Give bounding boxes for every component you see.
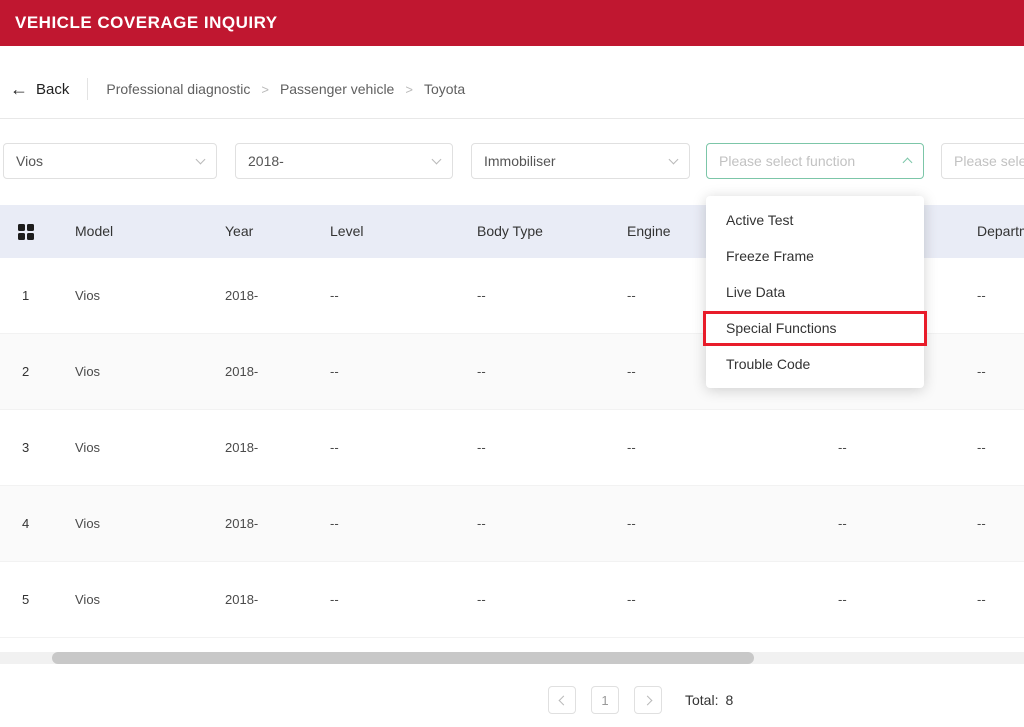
cell-engine: --	[627, 288, 636, 303]
breadcrumb: Professional diagnostic > Passenger vehi…	[106, 81, 465, 97]
vertical-divider	[87, 78, 89, 100]
row-index: 3	[22, 440, 30, 455]
horizontal-scrollbar-thumb[interactable]	[52, 652, 754, 664]
column-header-level: Level	[330, 223, 364, 239]
cell-function: --	[838, 440, 847, 455]
cell-engine: --	[627, 440, 636, 455]
total-label: Total:	[685, 692, 719, 708]
cell-year: 2018-	[225, 288, 259, 303]
back-button[interactable]: ← Back	[10, 80, 69, 98]
breadcrumb-item-passenger-vehicle[interactable]: Passenger vehicle	[280, 81, 394, 97]
cell-body: --	[477, 364, 486, 379]
cell-level: --	[330, 440, 339, 455]
divider	[0, 118, 1024, 119]
column-header-model: Model	[75, 223, 114, 239]
chevron-right-icon: >	[261, 81, 269, 97]
cell-department: --	[977, 516, 986, 531]
breadcrumb-item-toyota[interactable]: Toyota	[424, 81, 465, 97]
cell-model: Vios	[75, 440, 101, 455]
page-number-button[interactable]: 1	[591, 686, 619, 714]
cell-year: 2018-	[225, 364, 259, 379]
function-select[interactable]: Please select function	[706, 143, 924, 179]
back-label: Back	[36, 80, 70, 98]
dropdown-item-trouble-code[interactable]: Trouble Code	[706, 346, 924, 382]
cell-department: --	[977, 364, 986, 379]
column-header-year: Year	[225, 223, 254, 239]
cell-body: --	[477, 516, 486, 531]
dropdown-item-active-test[interactable]: Active Test	[706, 202, 924, 238]
page-title: VEHICLE COVERAGE INQUIRY	[15, 13, 278, 32]
cell-level: --	[330, 516, 339, 531]
row-index: 2	[22, 364, 30, 379]
table-row: 5 Vios 2018- -- -- -- -- --	[0, 562, 1024, 638]
chevron-down-icon	[668, 154, 679, 165]
chevron-right-icon	[642, 695, 652, 705]
cell-body: --	[477, 288, 486, 303]
row-index: 1	[22, 288, 30, 303]
cell-level: --	[330, 288, 339, 303]
cell-model: Vios	[75, 288, 101, 303]
breadcrumb-item-professional-diagnostic[interactable]: Professional diagnostic	[106, 81, 250, 97]
model-select[interactable]: Vios	[3, 143, 217, 179]
chevron-down-icon	[195, 154, 206, 165]
cell-engine: --	[627, 364, 636, 379]
back-arrow-icon: ←	[10, 79, 28, 99]
table-row: 3 Vios 2018- -- -- -- -- --	[0, 410, 1024, 486]
model-select-value: Vios	[16, 153, 43, 169]
cell-department: --	[977, 288, 986, 303]
page-number: 1	[601, 692, 609, 708]
cell-model: Vios	[75, 516, 101, 531]
breadcrumb-bar: ← Back Professional diagnostic > Passeng…	[0, 46, 1024, 118]
year-select-value: 2018-	[248, 153, 284, 169]
cell-department: --	[977, 440, 986, 455]
cell-function: --	[838, 592, 847, 607]
function-select-placeholder: Please select function	[719, 153, 856, 169]
dropdown-item-freeze-frame[interactable]: Freeze Frame	[706, 238, 924, 274]
system-select[interactable]: Immobiliser	[471, 143, 690, 179]
chevron-up-icon	[902, 157, 913, 168]
row-index: 4	[22, 516, 30, 531]
chevron-left-icon	[558, 695, 568, 705]
column-header-engine: Engine	[627, 223, 671, 239]
column-header-department: Department	[977, 223, 1024, 239]
cell-year: 2018-	[225, 440, 259, 455]
prev-page-button[interactable]	[548, 686, 576, 714]
cell-year: 2018-	[225, 592, 259, 607]
next-page-button[interactable]	[634, 686, 662, 714]
pagination: 1 Total: 8	[548, 686, 733, 714]
cell-level: --	[330, 592, 339, 607]
dropdown-item-live-data[interactable]: Live Data	[706, 274, 924, 310]
cell-year: 2018-	[225, 516, 259, 531]
total-value: 8	[725, 692, 734, 708]
cell-department: --	[977, 592, 986, 607]
cell-engine: --	[627, 516, 636, 531]
system-select-value: Immobiliser	[484, 153, 556, 169]
cell-engine: --	[627, 592, 636, 607]
cell-model: Vios	[75, 364, 101, 379]
extra-select-placeholder: Please select	[954, 153, 1024, 169]
function-dropdown: Active Test Freeze Frame Live Data Speci…	[706, 196, 924, 388]
app-header: VEHICLE COVERAGE INQUIRY	[0, 0, 1024, 46]
cell-function: --	[838, 516, 847, 531]
cell-model: Vios	[75, 592, 101, 607]
cell-level: --	[330, 364, 339, 379]
total-count: Total: 8	[685, 692, 733, 708]
column-header-body-type: Body Type	[477, 223, 543, 239]
row-index: 5	[22, 592, 30, 607]
extra-select[interactable]: Please select	[941, 143, 1024, 179]
cell-body: --	[477, 592, 486, 607]
table-row: 4 Vios 2018- -- -- -- -- --	[0, 486, 1024, 562]
grid-icon[interactable]	[18, 224, 34, 240]
year-select[interactable]: 2018-	[235, 143, 453, 179]
chevron-down-icon	[431, 154, 442, 165]
dropdown-item-special-functions[interactable]: Special Functions	[706, 310, 924, 346]
chevron-right-icon: >	[405, 81, 413, 97]
cell-body: --	[477, 440, 486, 455]
